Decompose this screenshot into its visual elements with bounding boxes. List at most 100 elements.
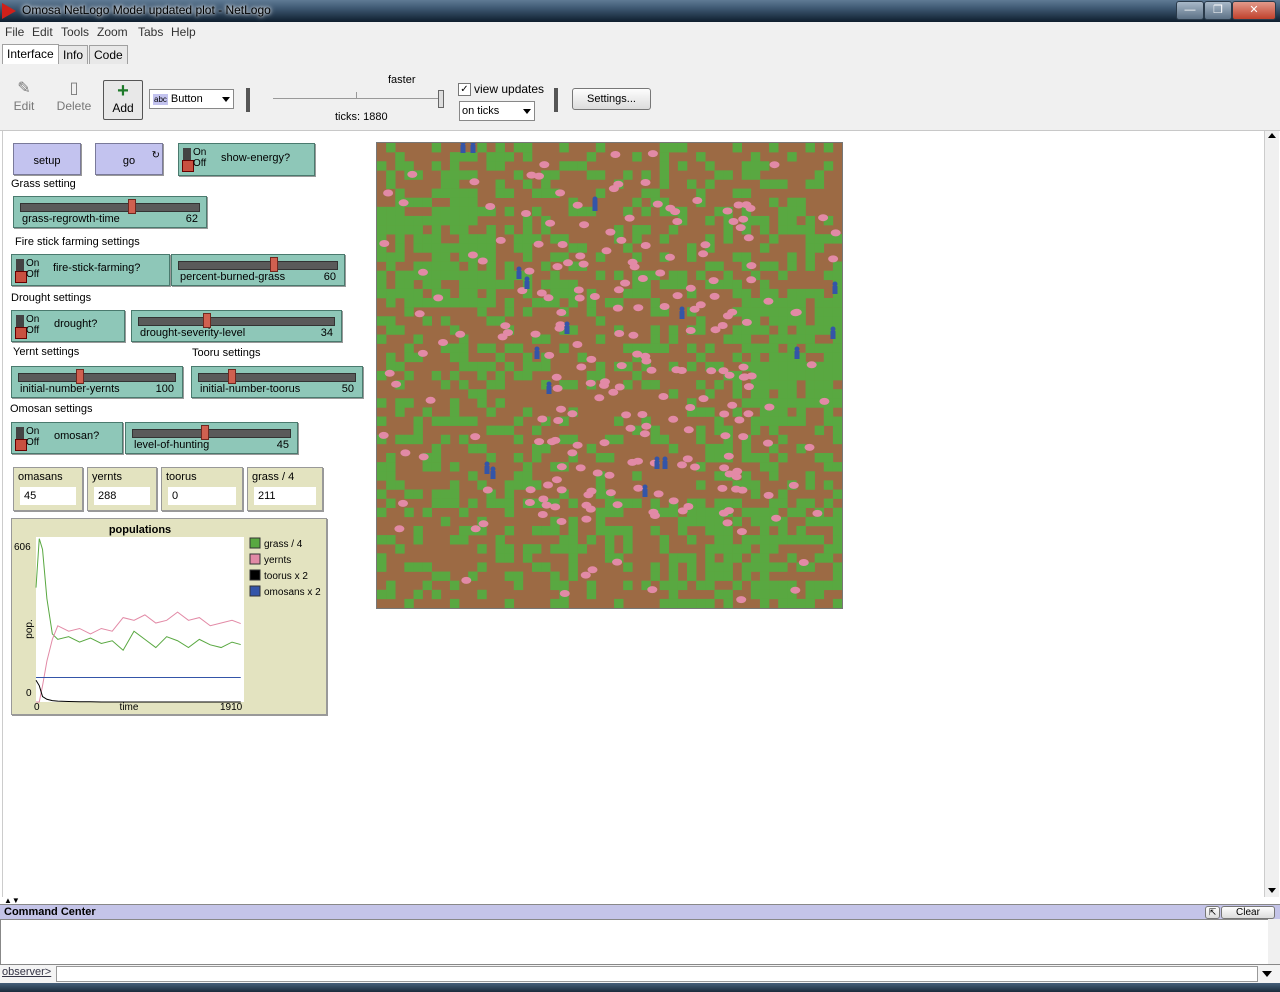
grass-patch (513, 170, 524, 180)
drought-switch[interactable]: On Off drought? (11, 310, 125, 342)
slider-thumb[interactable] (200, 425, 209, 440)
omosan-switch[interactable]: On Off omosan? (11, 422, 123, 454)
slider-thumb[interactable] (270, 257, 279, 272)
yernt-agent (477, 257, 488, 265)
expand-icon[interactable]: ⇱ (1205, 906, 1220, 919)
edit-button[interactable]: ✎ Edit (2, 79, 46, 117)
add-button[interactable]: + Add (103, 80, 143, 120)
grass-patch (468, 443, 478, 454)
omosan-agent-head (592, 198, 598, 204)
grass-patch (377, 279, 387, 290)
percent-burned-grass-slider[interactable]: percent-burned-grass 60 (171, 254, 345, 286)
minimize-button[interactable]: — (1176, 1, 1204, 20)
slider-thumb[interactable] (127, 199, 136, 214)
omosan-agent (470, 145, 476, 153)
grass-patch (504, 361, 515, 372)
grass-regrowth-time-slider[interactable]: grass-regrowth-time 62 (13, 196, 207, 228)
grass-patch (395, 225, 405, 235)
grass-patch (823, 298, 834, 308)
view-updates-checkbox[interactable]: ✓ (458, 83, 471, 96)
yernt-agent (556, 309, 567, 316)
drought-severity-level-slider[interactable]: drought-severity-level 34 (131, 310, 342, 342)
grass-patch (823, 462, 834, 472)
clear-button[interactable]: Clear (1221, 906, 1275, 919)
grass-patch (604, 507, 615, 518)
setup-button[interactable]: setup (13, 143, 81, 175)
grass-patch (486, 498, 496, 509)
menu-tabs[interactable]: Tabs (138, 25, 163, 39)
command-output[interactable] (0, 919, 1270, 966)
grass-patch (659, 343, 670, 354)
command-output-scrollbar[interactable] (1268, 919, 1280, 964)
level-of-hunting-slider[interactable]: level-of-hunting 45 (125, 422, 298, 454)
grass-patch (395, 152, 405, 162)
initial-number-yernts-slider[interactable]: initial-number-yernts 100 (11, 366, 183, 398)
menu-edit[interactable]: Edit (32, 25, 53, 39)
observer-prompt[interactable]: observer> (2, 966, 51, 978)
grass-patch (495, 544, 505, 554)
grass-patch (677, 525, 688, 536)
menu-file[interactable]: File (5, 25, 24, 39)
yernt-agent (722, 207, 733, 215)
fire-stick-farming-switch[interactable]: On Off fire-stick-farming? (11, 254, 170, 286)
tab-info[interactable]: Info (58, 45, 89, 64)
yernt-agent (737, 486, 748, 494)
grass-patch (741, 252, 752, 262)
grass-patch (677, 553, 688, 563)
grass-patch (586, 580, 597, 591)
grass-patch (522, 234, 533, 244)
grass-patch (750, 152, 761, 162)
grass-patch (395, 252, 405, 262)
slider-thumb[interactable] (76, 369, 84, 384)
grass-patch (586, 307, 597, 317)
initial-number-toorus-slider[interactable]: initial-number-toorus 50 (191, 366, 363, 398)
command-input[interactable] (56, 966, 1258, 982)
grass-patch (449, 161, 460, 171)
grass-patch (541, 562, 551, 572)
maximize-button[interactable]: ❐ (1204, 1, 1232, 20)
yernt-agent (534, 438, 545, 446)
grass-patch (778, 589, 788, 600)
speed-slider-thumb[interactable] (438, 90, 444, 108)
omosan-agent-head (642, 484, 648, 490)
grass-patch (449, 498, 460, 509)
grass-patch (422, 234, 433, 244)
tab-code[interactable]: Code (89, 45, 128, 64)
yernt-agent (567, 410, 578, 418)
yernt-agent (379, 240, 390, 247)
speed-slider[interactable] (273, 98, 441, 99)
yernt-agent (639, 430, 650, 438)
menu-zoom[interactable]: Zoom (97, 25, 128, 39)
grass-patch (440, 516, 451, 527)
splitter-arrows-icon[interactable]: ▲▼ (4, 897, 20, 905)
update-mode-select[interactable]: on ticks (459, 101, 535, 121)
scroll-down-icon[interactable] (1268, 888, 1276, 893)
world-view[interactable] (376, 140, 843, 609)
tab-interface[interactable]: Interface (2, 44, 59, 65)
grass-patch (705, 215, 715, 226)
history-dropdown-icon[interactable] (1262, 971, 1272, 977)
close-button[interactable]: ✕ (1232, 1, 1276, 20)
yernt-agent (763, 491, 774, 499)
menu-tools[interactable]: Tools (61, 25, 89, 39)
yernt-agent (556, 486, 567, 494)
slider-thumb[interactable] (203, 313, 212, 328)
yernt-agent (574, 294, 585, 302)
slider-thumb[interactable] (227, 369, 236, 384)
widget-type-select[interactable]: abc Button (149, 89, 234, 109)
vertical-scrollbar[interactable] (1264, 131, 1279, 897)
grass-patch (440, 489, 451, 499)
scroll-up-icon[interactable] (1268, 133, 1276, 138)
delete-button[interactable]: ▯ Delete (52, 79, 96, 117)
grass-patch (650, 498, 660, 509)
grass-patch (550, 252, 560, 262)
grass-patch (732, 544, 743, 554)
menu-help[interactable]: Help (171, 25, 196, 39)
show-energy-switch[interactable]: On Off show-energy? (178, 143, 315, 176)
yernt-agent (812, 509, 823, 517)
grass-patch (440, 270, 451, 281)
settings-button[interactable]: Settings... (572, 88, 651, 110)
grass-patch (723, 498, 733, 509)
grass-patch (422, 316, 433, 326)
go-button[interactable]: go ↻ (95, 143, 163, 175)
